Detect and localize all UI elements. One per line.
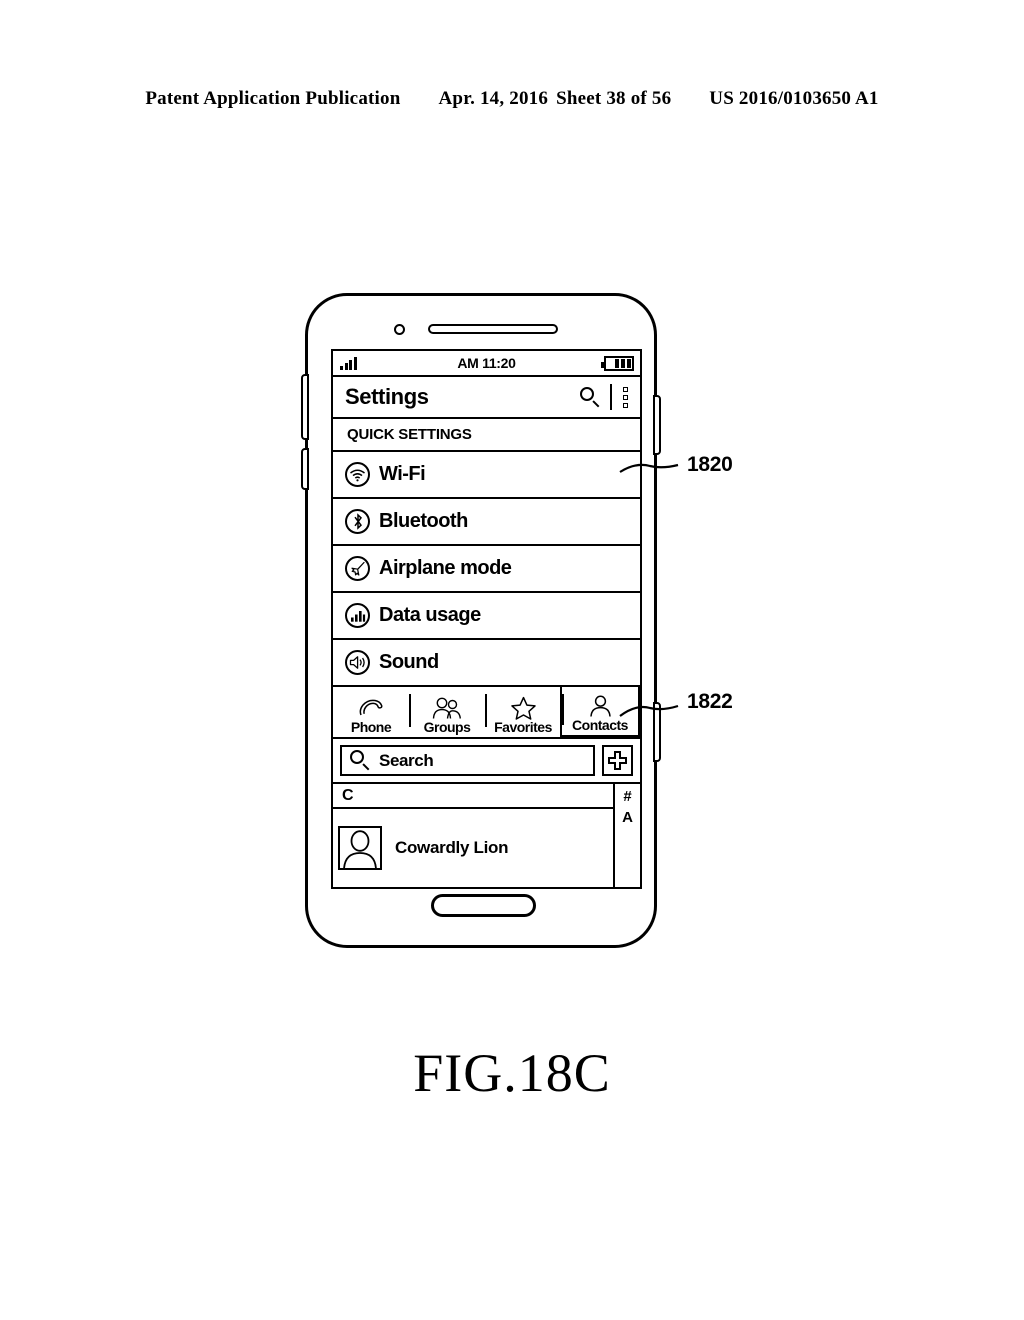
publication-label: Patent Application Publication xyxy=(145,88,401,109)
settings-row-wifi[interactable]: Wi-Fi xyxy=(333,452,640,499)
group-people-icon xyxy=(431,694,463,720)
settings-row-label: Bluetooth xyxy=(379,510,468,532)
contacts-tab-bar: Phone Groups Favorites Contacts xyxy=(333,687,640,739)
add-contact-button[interactable] xyxy=(602,745,633,776)
search-icon xyxy=(350,750,371,771)
earpiece-speaker xyxy=(428,324,558,334)
person-avatar-icon xyxy=(338,826,382,870)
page-title: Settings xyxy=(345,384,429,409)
settings-row-airplane-mode[interactable]: Airplane mode xyxy=(333,546,640,593)
settings-row-label: Data usage xyxy=(379,604,481,626)
page-header: Patent Application Publication Apr. 14, … xyxy=(0,88,1024,110)
contacts-list: C Cowardly Lion xyxy=(333,784,615,887)
tab-label: Phone xyxy=(350,719,392,736)
bluetooth-icon xyxy=(345,509,370,534)
quick-settings-section-label: QUICK SETTINGS xyxy=(333,419,640,452)
sheet-number: Sheet 38 of 56 xyxy=(556,88,672,109)
toolbar-divider xyxy=(610,384,612,410)
star-icon xyxy=(510,694,537,721)
front-camera-icon xyxy=(394,324,405,335)
figure-caption: FIG.18C xyxy=(413,1043,611,1103)
status-time: AM 11:20 xyxy=(457,355,516,371)
tab-phone[interactable]: Phone xyxy=(333,687,409,737)
volume-down-button[interactable] xyxy=(301,448,309,490)
settings-row-sound[interactable]: Sound xyxy=(333,640,640,687)
phone-handset-icon xyxy=(358,694,384,720)
tab-label: Groups xyxy=(423,719,471,736)
status-bar: AM 11:20 xyxy=(333,351,640,377)
home-button[interactable] xyxy=(431,894,536,917)
speaker-icon xyxy=(345,650,370,675)
tab-label: Favorites xyxy=(494,719,552,736)
contact-list-item[interactable]: Cowardly Lion xyxy=(333,809,613,887)
alphabet-index[interactable]: # A xyxy=(615,784,640,887)
search-input[interactable]: Search xyxy=(340,745,595,776)
battery-icon xyxy=(601,356,634,371)
index-entry[interactable]: # xyxy=(623,786,631,807)
settings-row-label: Airplane mode xyxy=(379,557,512,579)
phone-device-illustration: AM 11:20 Settings QUICK SETTINGS Wi-Fi B… xyxy=(301,293,661,948)
wifi-icon xyxy=(345,462,370,487)
settings-row-bluetooth[interactable]: Bluetooth xyxy=(333,499,640,546)
search-placeholder: Search xyxy=(379,750,434,770)
contact-name: Cowardly Lion xyxy=(395,838,509,857)
index-entry[interactable]: A xyxy=(622,807,633,828)
contacts-group-header: C xyxy=(333,784,613,809)
settings-title-bar: Settings xyxy=(333,377,640,419)
search-icon[interactable] xyxy=(580,386,601,408)
callout-1822: 1822 xyxy=(687,690,733,713)
settings-row-data-usage[interactable]: Data usage xyxy=(333,593,640,640)
tab-favorites[interactable]: Favorites xyxy=(485,687,561,737)
contacts-search-row: Search xyxy=(333,739,640,784)
tab-groups[interactable]: Groups xyxy=(409,687,485,737)
callout-1820: 1820 xyxy=(687,453,733,476)
patent-number: US 2016/0103650 A1 xyxy=(709,88,879,109)
volume-up-button[interactable] xyxy=(301,374,309,440)
contacts-area: C Cowardly Lion # A xyxy=(333,784,640,887)
device-screen: AM 11:20 Settings QUICK SETTINGS Wi-Fi B… xyxy=(331,349,642,889)
overflow-menu-icon[interactable] xyxy=(623,386,628,408)
bar-chart-icon xyxy=(345,603,370,628)
publication-date: Apr. 14, 2016 xyxy=(438,88,549,109)
settings-row-label: Wi-Fi xyxy=(379,463,426,485)
airplane-icon xyxy=(345,556,370,581)
settings-row-label: Sound xyxy=(379,651,439,673)
